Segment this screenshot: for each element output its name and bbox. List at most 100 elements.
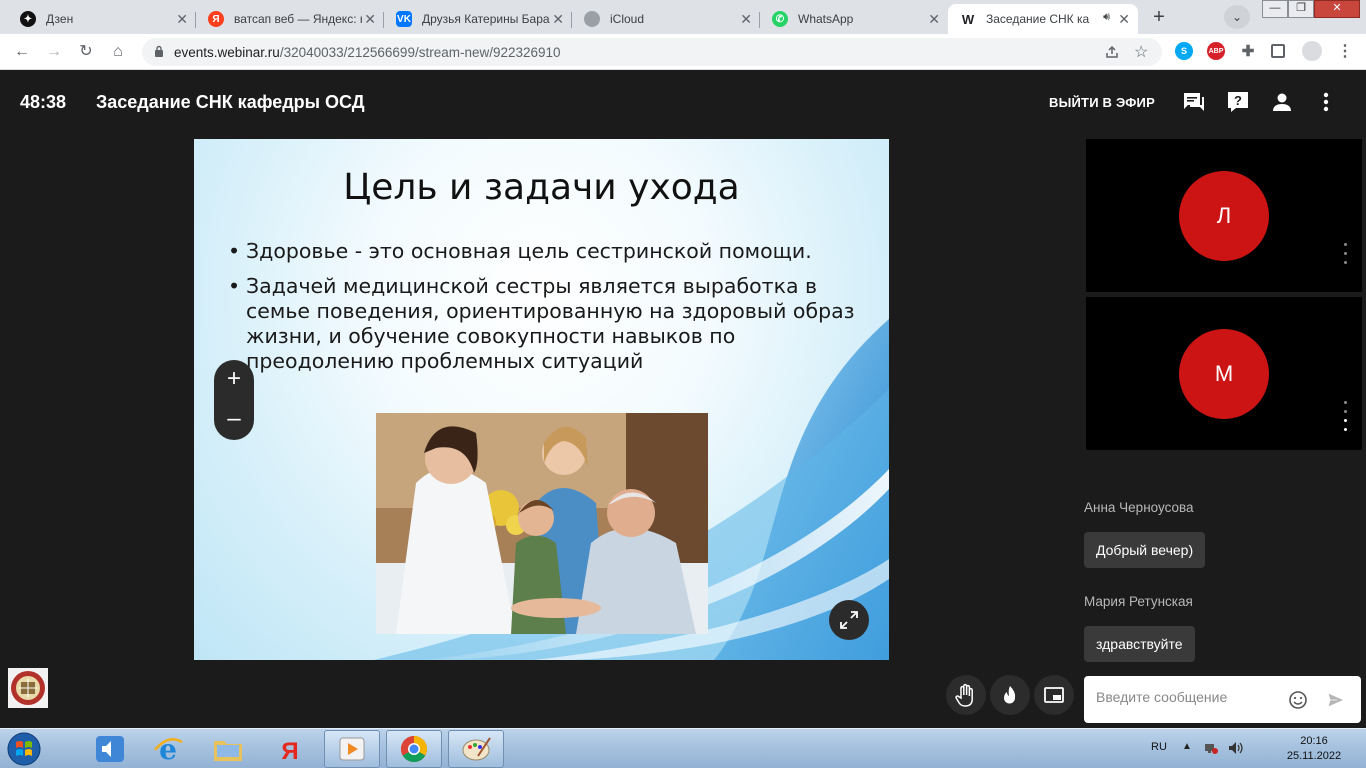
tab-title: ватсап веб — Яндекс: н (234, 12, 362, 26)
expand-icon (840, 611, 858, 629)
close-icon[interactable]: ✕ (928, 11, 940, 28)
forward-arrow-icon[interactable]: → (44, 42, 64, 62)
chat-message: здравствуйте (1084, 626, 1195, 662)
chat-message-input[interactable] (1096, 689, 1281, 705)
emoji-smile-icon[interactable] (1288, 690, 1308, 710)
close-icon[interactable]: ✕ (740, 11, 752, 28)
slide-bullet: Задачей медицинской сестры является выра… (228, 274, 868, 374)
more-vertical-icon[interactable] (1344, 401, 1348, 437)
browser-menu-icon[interactable]: ⋮ (1336, 42, 1354, 60)
tab-whatsapp[interactable]: ✆ WhatsApp ✕ (760, 4, 948, 34)
adblock-icon[interactable]: ABP (1207, 42, 1225, 60)
flame-icon (1004, 686, 1016, 704)
taskbar-yandex-browser[interactable]: Я (262, 730, 318, 768)
speaker-icon[interactable]: 🔊︎ (1103, 11, 1110, 24)
system-clock[interactable]: 20:16 25.11.2022 (1280, 734, 1348, 764)
tab-icloud[interactable]: iCloud ✕ (572, 4, 760, 34)
slide-bullet: Здоровье - это основная цель сестринской… (228, 239, 868, 264)
presentation-slide: Цель и задачи ухода Здоровье - это основ… (194, 139, 889, 660)
skype-icon[interactable]: S (1175, 42, 1193, 60)
taskbar-chrome[interactable] (386, 730, 442, 768)
minimize-button[interactable]: — (1262, 0, 1288, 18)
more-vertical-icon[interactable] (1314, 90, 1338, 114)
picture-in-picture-button[interactable] (1034, 675, 1074, 715)
close-icon[interactable]: ✕ (552, 11, 564, 28)
chat-icon[interactable] (1182, 90, 1206, 114)
taskbar-paint[interactable] (448, 730, 504, 768)
organization-logo (8, 668, 48, 708)
raise-hand-button[interactable] (946, 675, 986, 715)
zen-icon: ✦ (20, 11, 36, 27)
home-icon[interactable]: ⌂ (108, 42, 128, 62)
tab-title: iCloud (610, 12, 645, 26)
close-icon[interactable]: ✕ (1118, 11, 1130, 28)
taskbar-explorer[interactable] (200, 730, 256, 768)
back-arrow-icon[interactable]: ← (12, 42, 32, 62)
more-vertical-icon[interactable] (1344, 243, 1348, 270)
address-bar[interactable]: events.webinar.ru/32040033/212566699/str… (142, 38, 1162, 66)
tab-title: Заседание СНК ка (986, 12, 1090, 26)
reaction-button[interactable] (990, 675, 1030, 715)
page-title: Заседание СНК кафедры ОСД (96, 92, 365, 112)
slide-zoom-controls: + – (214, 360, 254, 440)
windows-taskbar: e Я RU ▲ 20:16 25.11.2022 (0, 728, 1366, 768)
tab-title: WhatsApp (798, 12, 854, 26)
internet-explorer-icon: e (154, 734, 183, 764)
maximize-button[interactable]: ❐ (1288, 0, 1314, 18)
taskbar-media-player[interactable] (324, 730, 380, 768)
share-icon[interactable] (1104, 44, 1120, 60)
close-icon[interactable]: ✕ (176, 11, 188, 28)
language-indicator[interactable]: RU (1151, 741, 1167, 753)
tab-search-button[interactable]: ⌄ (1224, 5, 1250, 29)
chrome-icon (400, 735, 428, 763)
pip-icon (1044, 687, 1064, 703)
zoom-in-button[interactable]: + (214, 360, 254, 400)
tab-yandex[interactable]: Я ватсап веб — Яндекс: н ✕ (196, 4, 384, 34)
participant-tile[interactable]: Л (1086, 139, 1362, 292)
bookmark-star-icon[interactable]: ☆ (1134, 42, 1148, 62)
send-icon[interactable] (1326, 690, 1346, 710)
go-live-button[interactable]: ВЫЙТИ В ЭФИР (1049, 95, 1155, 110)
clock-time: 20:16 (1300, 735, 1328, 747)
participants-person-icon[interactable] (1270, 90, 1294, 114)
tab-title: Друзья Катерины Бара (422, 12, 550, 26)
slide-bullet-list: Здоровье - это основная цель сестринской… (228, 239, 868, 384)
participant-avatar: Л (1179, 171, 1269, 261)
zoom-out-button[interactable]: – (214, 400, 254, 440)
tab-zen[interactable]: ✦ Дзен ✕ (8, 4, 196, 34)
browser-tab-strip: ✦ Дзен ✕ Я ватсап веб — Яндекс: н ✕ VK Д… (0, 0, 1366, 34)
close-window-button[interactable]: ✕ (1314, 0, 1360, 18)
show-hidden-icons-icon[interactable]: ▲ (1182, 741, 1192, 752)
lock-icon (155, 45, 163, 57)
yandex-icon: Я (208, 11, 224, 27)
chat-author: Анна Черноусова (1084, 500, 1194, 515)
taskbar-volume-app[interactable] (82, 730, 138, 768)
participant-tile[interactable]: М (1086, 297, 1362, 450)
close-icon[interactable]: ✕ (364, 11, 376, 28)
network-icon[interactable] (1204, 741, 1218, 755)
reload-icon[interactable]: ↻ (76, 42, 96, 62)
taskbar-internet-explorer[interactable]: e (140, 730, 196, 768)
yandex-browser-icon: Я (281, 738, 298, 764)
clock-date: 25.11.2022 (1286, 750, 1342, 762)
new-tab-button[interactable]: + (1146, 6, 1172, 30)
windows-start-icon[interactable] (4, 731, 44, 767)
tab-webinar[interactable]: W Заседание СНК ка 🔊︎ ✕ (948, 4, 1138, 34)
chat-message: Добрый вечер) (1084, 532, 1206, 568)
help-question-icon[interactable]: ? (1226, 90, 1250, 114)
paint-palette-icon (462, 737, 491, 761)
fullscreen-button[interactable] (829, 600, 869, 640)
profile-avatar[interactable] (1302, 41, 1322, 61)
participant-avatar: М (1179, 329, 1269, 419)
webinar-header: 48:38 Заседание СНК кафедры ОСД ВЫЙТИ В … (0, 70, 1366, 134)
side-panel-icon[interactable] (1271, 44, 1285, 58)
volume-icon[interactable] (1228, 741, 1244, 755)
speaker-app-icon (96, 736, 124, 762)
svg-text:?: ? (1234, 93, 1242, 108)
url-host: events.webinar.ru (174, 45, 280, 60)
tab-vk[interactable]: VK Друзья Катерины Бара ✕ (384, 4, 572, 34)
chat-input-box (1084, 676, 1361, 723)
extensions-puzzle-icon[interactable]: ✚ (1239, 42, 1257, 60)
apple-icon (584, 11, 600, 27)
url-text: events.webinar.ru/32040033/212566699/str… (174, 45, 561, 60)
